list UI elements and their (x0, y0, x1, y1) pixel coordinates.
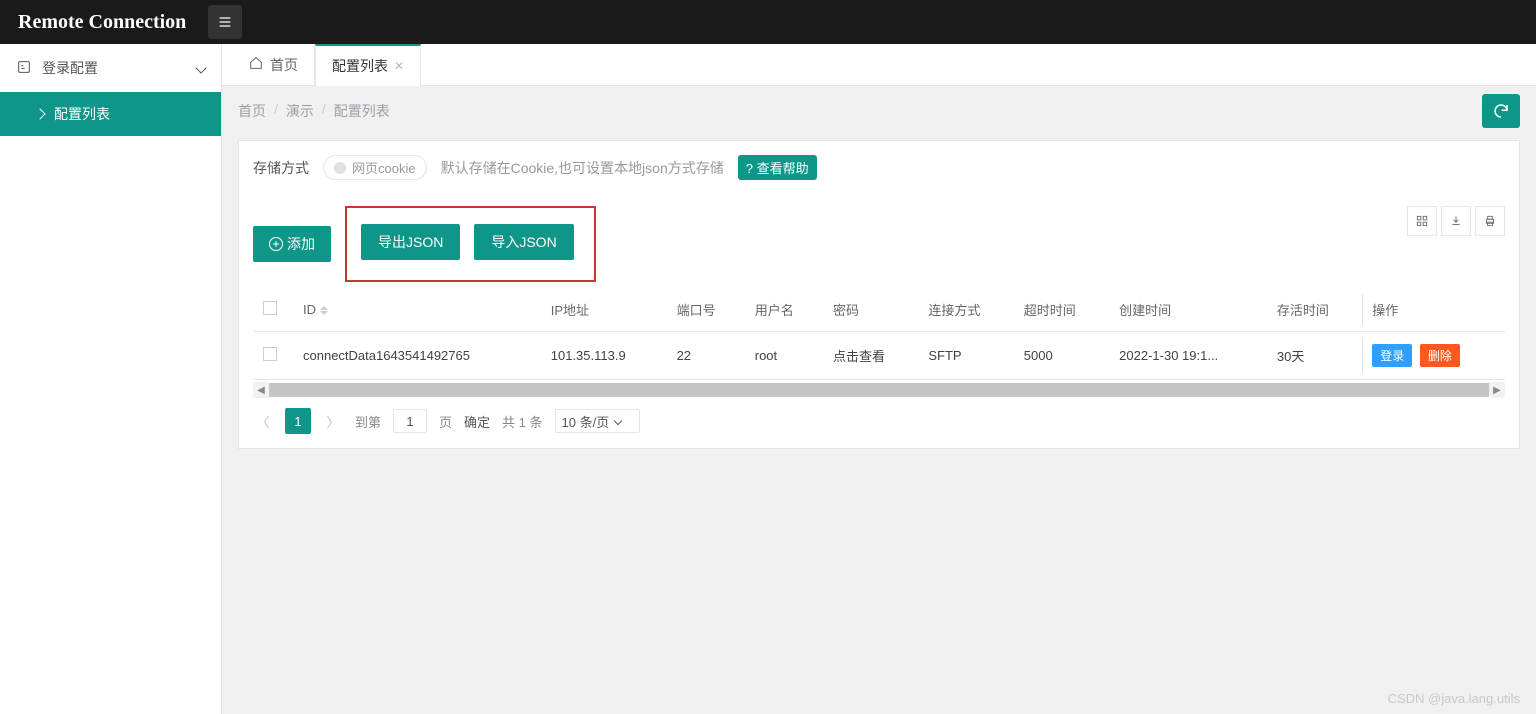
page-size-label: 10 条/页 (562, 412, 610, 431)
scroll-track[interactable] (269, 383, 1489, 397)
page-next[interactable]: 〉 (323, 409, 343, 433)
cell-conn-type: SFTP (918, 332, 1013, 380)
th-created: 创建时间 (1109, 288, 1267, 332)
th-user: 用户名 (745, 288, 823, 332)
cell-ops: 登录 删除 (1362, 332, 1505, 380)
page-input[interactable] (393, 409, 427, 433)
tabs-bar: 首页 配置列表 ✕ (222, 44, 1536, 86)
add-button[interactable]: 添加 (253, 226, 331, 262)
cell-created: 2022-1-30 19:1... (1109, 332, 1267, 380)
row-checkbox[interactable] (263, 347, 277, 361)
row-delete-button[interactable]: 删除 (1420, 344, 1460, 367)
hamburger-icon (217, 14, 233, 30)
storage-hint: 默认存储在Cookie,也可设置本地json方式存储 (441, 158, 724, 178)
storage-switch[interactable]: 网页cookie (323, 155, 427, 180)
cell-port: 22 (667, 332, 745, 380)
print-button[interactable] (1475, 206, 1505, 236)
export-button[interactable] (1441, 206, 1471, 236)
home-icon (248, 55, 264, 74)
table-header-row: ID IP地址 端口号 用户名 密码 连接方式 超时时间 创建时间 存活时间 操… (253, 288, 1505, 332)
help-button[interactable]: ? 查看帮助 (738, 155, 817, 180)
scroll-right-icon[interactable]: ▶ (1489, 382, 1505, 398)
cell-timeout: 5000 (1014, 332, 1109, 380)
cell-id: connectData1643541492765 (293, 332, 541, 380)
cell-ip: 101.35.113.9 (541, 332, 667, 380)
chevron-down-icon (614, 417, 622, 425)
main-area: 首页 配置列表 ✕ 首页 / 演示 / 配置列表 存储方式 (222, 44, 1536, 714)
top-bar: Remote Connection (0, 0, 1536, 44)
columns-button[interactable] (1407, 206, 1437, 236)
page-to-label: 到第 (355, 412, 381, 431)
plus-icon (269, 237, 283, 251)
page-prev[interactable]: 〈 (253, 409, 273, 433)
columns-icon (1415, 214, 1429, 228)
th-conn-type: 连接方式 (918, 288, 1013, 332)
app-brand: Remote Connection (0, 11, 204, 34)
horizontal-scrollbar[interactable]: ◀ ▶ (253, 382, 1505, 398)
th-id[interactable]: ID (293, 288, 541, 332)
storage-title: 存储方式 (253, 158, 309, 178)
th-password: 密码 (823, 288, 918, 332)
page-size-select[interactable]: 10 条/页 (555, 409, 641, 433)
import-json-button[interactable]: 导入JSON (474, 224, 573, 260)
page-suffix: 页 (439, 412, 452, 431)
table-tools (1407, 206, 1505, 236)
th-ops: 操作 (1362, 288, 1505, 332)
th-port: 端口号 (667, 288, 745, 332)
th-ip: IP地址 (541, 288, 667, 332)
th-alive: 存活时间 (1267, 288, 1362, 332)
export-json-button[interactable]: 导出JSON (361, 224, 460, 260)
cell-alive: 30天 (1267, 332, 1362, 380)
close-icon[interactable]: ✕ (394, 59, 404, 73)
tab-label: 配置列表 (332, 56, 388, 76)
switch-dot-icon (334, 162, 346, 174)
cell-password[interactable]: 点击查看 (823, 332, 918, 380)
pagination: 〈 1 〉 到第 页 确定 共 1 条 10 条/页 (253, 408, 1505, 434)
breadcrumb-current: 配置列表 (334, 101, 390, 121)
toolbar-buttons: 添加 导出JSON 导入JSON (253, 206, 596, 282)
page-total: 共 1 条 (502, 412, 542, 431)
breadcrumb-demo[interactable]: 演示 (286, 101, 314, 121)
breadcrumb: 首页 / 演示 / 配置列表 (238, 101, 390, 121)
highlight-box: 导出JSON 导入JSON (345, 206, 596, 282)
watermark: CSDN @java.lang.utils (1388, 691, 1520, 706)
sidebar: 登录配置 配置列表 (0, 44, 222, 714)
sidebar-item-label: 配置列表 (54, 104, 110, 124)
export-icon (1449, 214, 1463, 228)
storage-row: 存储方式 网页cookie 默认存储在Cookie,也可设置本地json方式存储… (253, 155, 1505, 180)
breadcrumb-row: 首页 / 演示 / 配置列表 (222, 86, 1536, 136)
content-card: 存储方式 网页cookie 默认存储在Cookie,也可设置本地json方式存储… (238, 140, 1520, 449)
sidebar-group-label: 登录配置 (42, 58, 98, 78)
tab-label: 首页 (270, 55, 298, 75)
th-timeout: 超时时间 (1014, 288, 1109, 332)
tab-config-list[interactable]: 配置列表 ✕ (315, 44, 421, 86)
chevron-right-icon (34, 108, 45, 119)
hamburger-button[interactable] (208, 5, 242, 39)
chevron-down-icon (195, 62, 206, 73)
page-number-current[interactable]: 1 (285, 408, 311, 434)
switch-label: 网页cookie (352, 158, 416, 177)
table-row: connectData1643541492765 101.35.113.9 22… (253, 332, 1505, 380)
data-table: ID IP地址 端口号 用户名 密码 连接方式 超时时间 创建时间 存活时间 操… (253, 288, 1505, 380)
sidebar-group-login-config[interactable]: 登录配置 (0, 44, 221, 92)
settings-icon (16, 59, 32, 78)
select-all-checkbox[interactable] (263, 301, 277, 315)
sort-icon (320, 306, 328, 315)
breadcrumb-home[interactable]: 首页 (238, 101, 266, 121)
print-icon (1483, 214, 1497, 228)
tab-home[interactable]: 首页 (232, 44, 315, 86)
refresh-button[interactable] (1482, 94, 1520, 128)
sidebar-item-config-list[interactable]: 配置列表 (0, 92, 221, 136)
refresh-icon (1492, 102, 1510, 120)
button-label: 添加 (287, 234, 315, 254)
scroll-left-icon[interactable]: ◀ (253, 382, 269, 398)
cell-user: root (745, 332, 823, 380)
row-login-button[interactable]: 登录 (1372, 344, 1412, 367)
page-confirm[interactable]: 确定 (464, 412, 490, 431)
